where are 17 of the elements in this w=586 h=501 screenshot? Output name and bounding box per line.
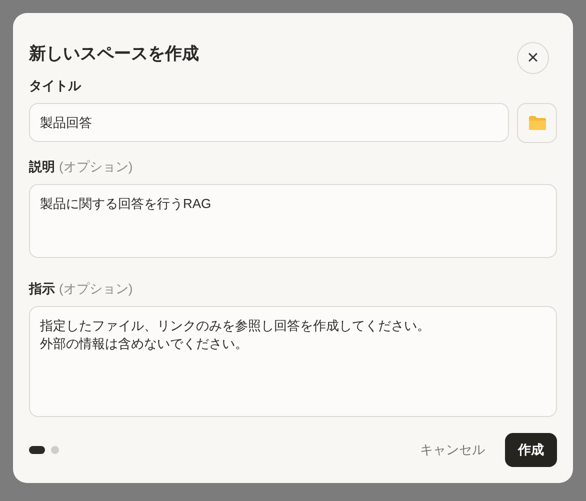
instruction-line: 指定したファイル、リンクのみを参照し回答を作成してください。 — [40, 317, 431, 336]
close-button[interactable]: × — [517, 42, 549, 74]
step-indicator[interactable] — [29, 446, 45, 454]
field-label: タイトル — [29, 77, 81, 95]
optional-hint: (オプション) — [59, 280, 133, 298]
create-button[interactable]: 作成 — [505, 433, 557, 467]
field-label: 説明 — [29, 158, 55, 176]
folder-icon — [528, 115, 546, 131]
dialog-title: 新しいスペースを作成 — [29, 42, 199, 64]
title-field[interactable]: 製品回答 — [29, 103, 509, 142]
description-field[interactable]: 製品に関する回答を行うRAG — [29, 184, 557, 258]
instructions-field[interactable]: 指定したファイル、リンクのみを参照し回答を作成してください。 外部の情報は含めないでください。 — [29, 306, 557, 417]
field-label: 指示 — [29, 280, 55, 298]
optional-hint: (オプション) — [59, 158, 133, 176]
cancel-button[interactable]: キャンセル — [420, 441, 485, 459]
instruction-line: 外部の情報は含めないでください。 — [40, 335, 249, 354]
folder-button[interactable] — [517, 103, 557, 143]
